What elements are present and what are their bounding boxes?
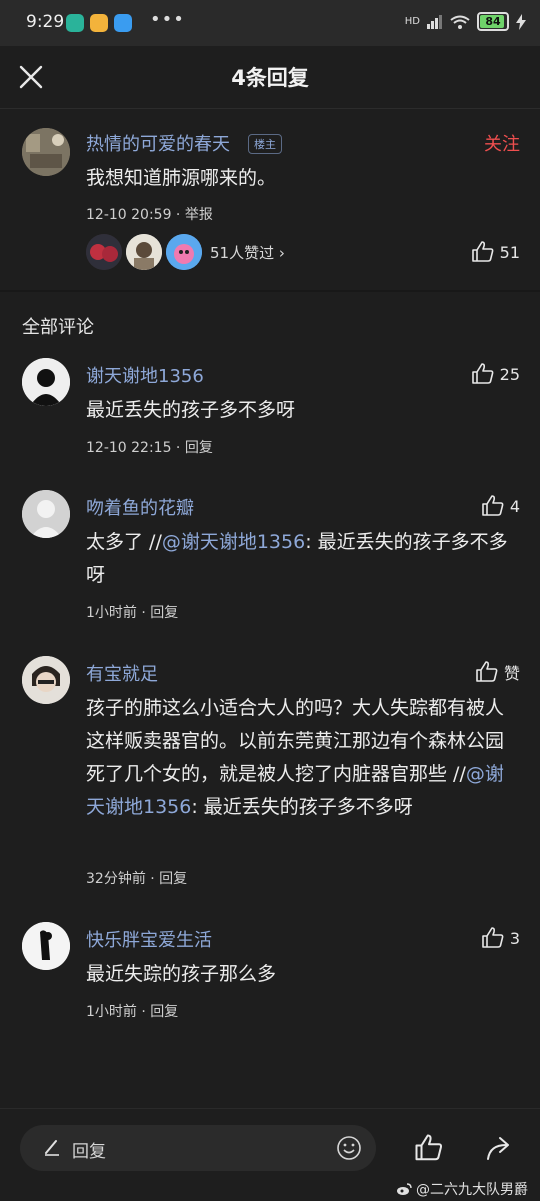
comment-content: 太多了 //@谢天谢地1356: 最近丢失的孩子多不多呀 — [86, 531, 508, 586]
signal-icon — [427, 14, 442, 29]
status-bar: 9:29 ••• HD 84 — [0, 0, 540, 46]
username[interactable]: 有宝就足 — [86, 660, 158, 686]
charging-icon — [516, 13, 526, 30]
reply-placeholder: 回复 — [72, 1142, 106, 1162]
like-count: 4 — [509, 496, 520, 516]
comment-meta[interactable]: 1小时前 · 回复 — [86, 1001, 178, 1021]
like-button[interactable]: 4 — [481, 494, 520, 518]
avatar[interactable] — [22, 656, 70, 704]
divider — [0, 290, 540, 292]
thumbs-up-icon — [471, 363, 494, 384]
more-notifications-icon: ••• — [150, 9, 185, 30]
like-button[interactable]: 3 — [481, 926, 520, 950]
author-badge: 楼主 — [248, 134, 282, 154]
avatar[interactable] — [22, 922, 70, 970]
avatar[interactable] — [22, 128, 70, 176]
username[interactable]: 快乐胖宝爱生活 — [86, 926, 212, 952]
comment-content: 孩子的肺这么小适合大人的吗？大人失踪都有被人这样贩卖器官的。以前东莞黄江那边有个… — [86, 697, 505, 818]
wifi-icon — [450, 15, 470, 29]
main-post: 热情的可爱的春天 楼主 关注 我想知道肺源哪来的。 12-10 20:59 · … — [0, 110, 540, 290]
hd-network-icon: HD — [404, 16, 420, 27]
thumbs-up-icon — [476, 661, 498, 682]
like-count: 3 — [509, 928, 520, 948]
close-icon[interactable] — [14, 60, 48, 94]
upload-app-icon — [114, 14, 132, 32]
avatar[interactable] — [22, 490, 70, 538]
liker-avatar[interactable] — [86, 234, 122, 270]
avatar[interactable] — [22, 358, 70, 406]
username[interactable]: 热情的可爱的春天 — [86, 130, 230, 156]
top-bar: 4条回复 — [0, 46, 540, 109]
thumbs-up-icon[interactable] — [414, 1133, 444, 1163]
comment-meta[interactable]: 12-10 22:15 · 回复 — [86, 437, 213, 457]
page-title: 4条回复 — [231, 66, 309, 90]
liker-avatar[interactable] — [166, 234, 202, 270]
mention-link[interactable]: @谢天谢地1356 — [162, 531, 305, 553]
status-time: 9:29 — [26, 12, 65, 32]
like-count: 51 — [499, 242, 520, 262]
thumbs-up-icon — [482, 495, 504, 516]
like-button[interactable]: 赞 — [475, 660, 520, 684]
like-button[interactable]: 51 — [471, 240, 520, 264]
comment-content: 最近失踪的孩子那么多 — [86, 963, 277, 985]
like-count: 赞 — [503, 664, 520, 683]
section-title: 全部评论 — [22, 317, 94, 338]
shield-app-icon — [66, 14, 84, 32]
thumbs-up-icon — [471, 241, 494, 262]
thumbs-up-icon — [482, 927, 504, 948]
pencil-icon — [45, 1140, 59, 1156]
battery-icon: 84 — [477, 12, 509, 31]
post-content: 我想知道肺源哪来的。 — [86, 167, 277, 189]
comment-content: 最近丢失的孩子多不多呀 — [86, 399, 296, 421]
share-icon[interactable] — [484, 1133, 514, 1163]
likers-link[interactable]: 51人赞过 › — [210, 242, 285, 263]
follow-button[interactable]: 关注 — [484, 130, 520, 156]
notes-app-icon — [90, 14, 108, 32]
like-count: 25 — [499, 364, 520, 384]
watermark: @二六九大队男爵 — [396, 1179, 528, 1199]
reply-input[interactable]: 回复 — [20, 1125, 376, 1171]
bottom-bar: 回复 @二六九大队男爵 — [0, 1108, 540, 1201]
post-meta[interactable]: 12-10 20:59 · 举报 — [86, 204, 213, 224]
emoji-icon[interactable] — [336, 1135, 362, 1161]
liker-avatar[interactable] — [126, 234, 162, 270]
username[interactable]: 谢天谢地1356 — [86, 362, 204, 388]
comment-meta[interactable]: 32分钟前 · 回复 — [86, 868, 187, 888]
like-button[interactable]: 25 — [471, 362, 520, 386]
weibo-icon — [397, 1183, 412, 1195]
username[interactable]: 吻着鱼的花瓣 — [86, 494, 194, 520]
comment-meta[interactable]: 1小时前 · 回复 — [86, 602, 178, 622]
